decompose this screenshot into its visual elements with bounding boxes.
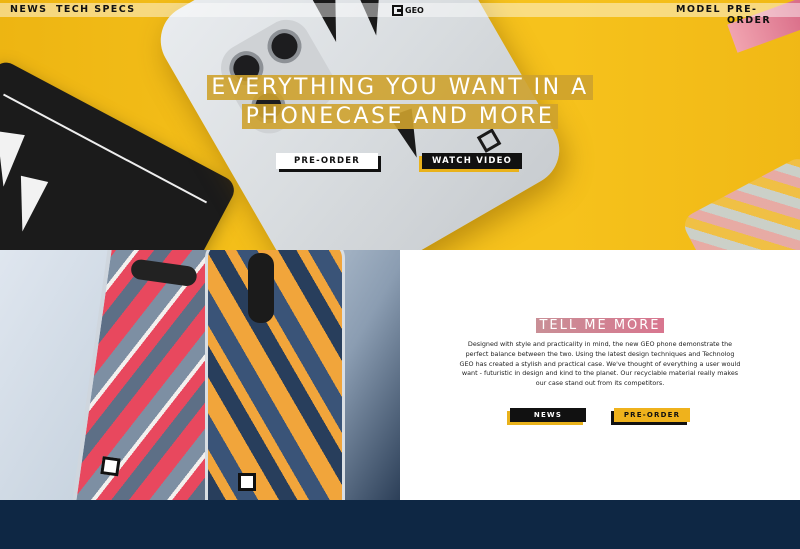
top-navigation: NEWS TECH SPECS GEO MODEL PRE-ORDER: [0, 3, 800, 26]
tell-me-more-section: TELL ME MORE Designed with style and pra…: [400, 250, 800, 500]
news-button[interactable]: NEWS: [510, 408, 586, 422]
geo-logo-icon: [238, 473, 256, 491]
section-title-text: TELL ME MORE: [536, 318, 664, 333]
nav-model-link[interactable]: MODEL: [676, 4, 721, 15]
geo-logo[interactable]: GEO: [392, 3, 424, 17]
geo-logo-icon: [476, 128, 502, 153]
hero-headline-line2: PHONECASE AND MORE: [0, 104, 800, 129]
hero-headline-text: EVERYTHING YOU WANT IN A: [207, 75, 593, 100]
camera-strip-icon: [248, 253, 274, 323]
feature-image: [0, 250, 400, 500]
hero-preorder-button[interactable]: PRE-ORDER: [276, 153, 378, 169]
logo-text: GEO: [405, 5, 424, 15]
section-body-text: Designed with style and practicality in …: [459, 340, 741, 388]
hero-headline-text: PHONECASE AND MORE: [241, 104, 559, 129]
section-title: TELL ME MORE: [400, 318, 800, 333]
geo-logo-icon: [100, 456, 121, 477]
hero-section: NEWS TECH SPECS GEO MODEL PRE-ORDER EVER…: [0, 0, 800, 250]
nav-news-link[interactable]: NEWS: [10, 4, 47, 15]
geo-logo-icon: [392, 4, 403, 16]
camera-strip-icon: [129, 258, 198, 288]
orange-pattern-phone-case: [205, 250, 345, 500]
camera-lens-icon: [261, 22, 308, 70]
footer-band: [0, 500, 800, 549]
nav-tech-specs-link[interactable]: TECH SPECS: [56, 4, 135, 15]
hero-headline-line1: EVERYTHING YOU WANT IN A: [0, 75, 800, 100]
watch-video-button[interactable]: WATCH VIDEO: [422, 153, 522, 169]
nav-preorder-link[interactable]: PRE-ORDER: [727, 4, 800, 26]
feature-preorder-button[interactable]: PRE-ORDER: [614, 408, 690, 422]
